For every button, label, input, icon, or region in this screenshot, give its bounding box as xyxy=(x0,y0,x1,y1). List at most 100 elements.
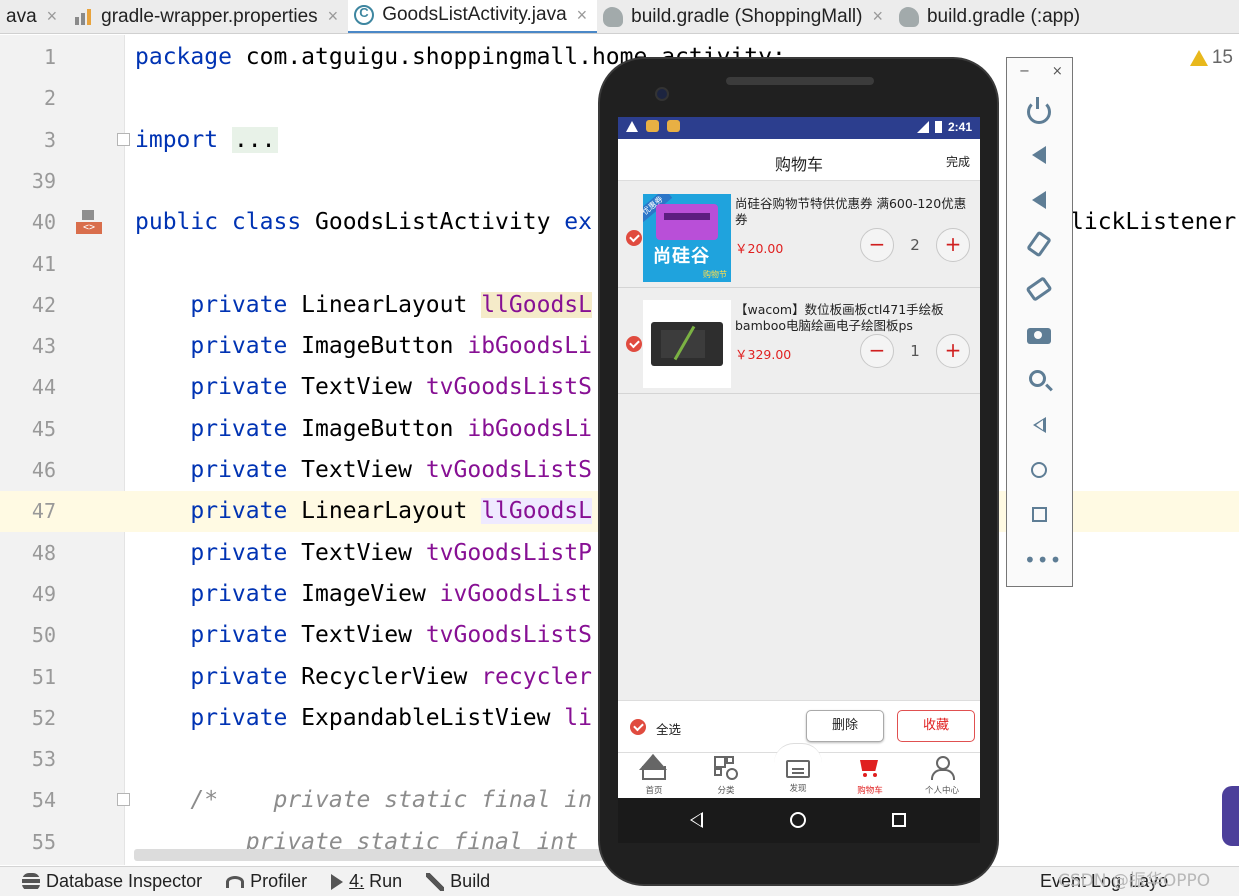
quantity-value: 1 xyxy=(910,342,920,360)
product-price: ￥329.00 xyxy=(735,347,792,362)
volume-up-icon[interactable] xyxy=(1032,146,1046,164)
overview-icon[interactable] xyxy=(892,813,906,827)
properties-file-icon xyxy=(73,6,94,27)
nav-user[interactable]: 个人中心 xyxy=(906,756,978,796)
close-icon[interactable]: × xyxy=(577,5,588,26)
bottom-navigation: 首页 分类 发现 购物车 个人中心 xyxy=(618,743,980,798)
rotate-right-icon[interactable] xyxy=(1025,276,1053,302)
decrease-button[interactable]: − xyxy=(860,228,894,262)
floating-assistant-icon[interactable] xyxy=(1222,786,1239,846)
home-icon[interactable] xyxy=(790,812,806,828)
nav-cart[interactable]: 购物车 xyxy=(834,756,906,796)
horizontal-scrollbar[interactable] xyxy=(134,849,604,861)
line-number[interactable]: 54 xyxy=(0,780,56,821)
back-icon[interactable] xyxy=(690,812,703,828)
home-icon[interactable] xyxy=(1031,462,1047,478)
build-button[interactable]: Build xyxy=(426,871,490,892)
line-number[interactable]: 48 xyxy=(0,533,56,574)
cart-item: 【wacom】数位板画板ctl471手绘板bamboo电脑绘画电子绘图板ps ￥… xyxy=(618,288,980,394)
line-number[interactable]: 42 xyxy=(0,285,56,326)
rotate-left-icon[interactable] xyxy=(1026,230,1052,258)
fold-marker-icon[interactable] xyxy=(117,132,130,146)
line-number[interactable]: 51 xyxy=(0,657,56,698)
nav-category[interactable]: 分类 xyxy=(690,756,762,796)
thumb-brand-text: 尚硅谷 xyxy=(653,246,710,267)
code-token: ImageButton xyxy=(287,333,468,360)
line-number[interactable]: 52 xyxy=(0,698,56,739)
line-number[interactable]: 3 xyxy=(0,120,56,161)
tab-java-partial[interactable]: ava × xyxy=(0,0,67,33)
line-number[interactable]: 40 xyxy=(0,202,56,243)
java-class-icon xyxy=(354,5,375,25)
line-number[interactable]: 55 xyxy=(0,822,56,863)
line-number[interactable]: 47 xyxy=(0,491,56,532)
tab-gradle-wrapper-properties[interactable]: gradle-wrapper.properties × xyxy=(67,0,348,33)
close-icon[interactable]: × xyxy=(47,6,58,27)
emulator-device-frame: 2:41 购物车 完成 优惠券 尚硅谷 购物节 尚硅谷购物节特供优惠券 满600… xyxy=(598,57,999,886)
activity-layout-icon[interactable]: <> xyxy=(76,210,102,236)
line-number[interactable]: 39 xyxy=(0,161,56,202)
back-icon[interactable] xyxy=(1033,417,1046,433)
code-token: private xyxy=(190,622,288,649)
database-inspector-button[interactable]: Database Inspector xyxy=(22,871,202,892)
line-number[interactable]: 53 xyxy=(0,739,56,780)
run-button[interactable]: 4: Run xyxy=(331,871,402,892)
product-image[interactable] xyxy=(643,300,731,388)
line-number[interactable]: 45 xyxy=(0,409,56,450)
tab-goods-list-activity[interactable]: GoodsListActivity.java × xyxy=(348,0,598,33)
done-button[interactable]: 完成 xyxy=(946,153,970,170)
profiler-button[interactable]: Profiler xyxy=(226,871,307,892)
app-notification-icon xyxy=(646,120,659,132)
line-number[interactable]: 44 xyxy=(0,367,56,408)
volume-down-icon[interactable] xyxy=(1032,191,1046,209)
increase-button[interactable]: + xyxy=(936,334,970,368)
nav-home[interactable]: 首页 xyxy=(618,756,690,796)
csdn-watermark: CSDN @振华OPPO xyxy=(1058,871,1211,891)
line-number[interactable]: 50 xyxy=(0,615,56,656)
android-status-bar: 2:41 xyxy=(618,117,980,139)
close-icon[interactable]: × xyxy=(328,6,339,27)
coupon-graphic xyxy=(656,204,718,240)
warning-count: 15 xyxy=(1211,47,1233,68)
decrease-button[interactable]: − xyxy=(860,334,894,368)
code-token: private xyxy=(190,374,288,401)
tab-build-gradle-app[interactable]: build.gradle (:app) xyxy=(893,0,1090,33)
line-number[interactable]: 41 xyxy=(0,244,56,285)
screenshot-icon[interactable] xyxy=(1027,328,1051,344)
minimize-button[interactable]: − xyxy=(1019,64,1030,79)
product-name: 【wacom】数位板画板ctl471手绘板bamboo电脑绘画电子绘图板ps xyxy=(735,302,944,333)
code-token: private xyxy=(190,415,288,442)
inspection-warnings[interactable]: 15 xyxy=(1189,47,1233,69)
close-icon[interactable]: × xyxy=(872,6,883,27)
code-token: ivGoodsList xyxy=(439,580,592,607)
code-text: private LinearLayout llGoodsL xyxy=(135,491,592,532)
zoom-icon[interactable] xyxy=(1029,370,1046,387)
select-all-checkbox[interactable] xyxy=(630,719,646,735)
nav-discover[interactable]: 发现 xyxy=(762,756,834,794)
line-number[interactable]: 2 xyxy=(0,78,56,119)
fold-marker-icon[interactable] xyxy=(117,793,130,807)
favorite-button[interactable]: 收藏 xyxy=(897,710,975,742)
close-button[interactable]: × xyxy=(1052,64,1063,79)
line-number[interactable]: 43 xyxy=(0,326,56,367)
line-number[interactable]: 1 xyxy=(0,37,56,78)
code-token: TextView xyxy=(287,374,426,401)
delete-button[interactable]: 删除 xyxy=(806,710,884,742)
item-checkbox[interactable] xyxy=(626,336,642,352)
increase-button[interactable]: + xyxy=(936,228,970,262)
line-number[interactable]: 49 xyxy=(0,574,56,615)
line-number[interactable]: 46 xyxy=(0,450,56,491)
device-screen[interactable]: 2:41 购物车 完成 优惠券 尚硅谷 购物节 尚硅谷购物节特供优惠券 满600… xyxy=(618,117,980,843)
more-icon[interactable]: ••• xyxy=(1024,550,1061,579)
category-icon xyxy=(714,756,738,780)
tab-build-gradle-project[interactable]: build.gradle (ShoppingMall) × xyxy=(597,0,893,33)
code-token: llGoodsL xyxy=(481,498,592,525)
thumb-tag: 购物节 xyxy=(703,270,727,279)
code-token: ImageView xyxy=(287,580,440,607)
item-checkbox[interactable] xyxy=(626,230,642,246)
product-image[interactable]: 优惠券 尚硅谷 购物节 xyxy=(643,194,731,282)
overview-icon[interactable] xyxy=(1032,507,1047,522)
power-icon[interactable] xyxy=(1027,97,1051,124)
